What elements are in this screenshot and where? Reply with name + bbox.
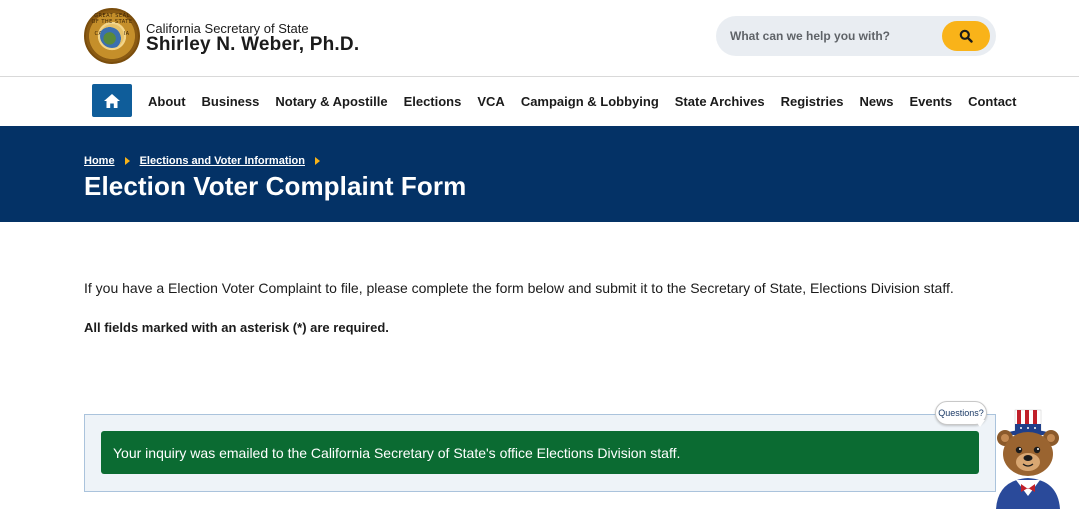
nav-item-news[interactable]: News — [851, 94, 901, 109]
success-message: Your inquiry was emailed to the Californ… — [113, 444, 681, 461]
breadcrumb-separator-icon — [315, 157, 320, 165]
home-button[interactable] — [92, 84, 132, 117]
nav-item-events[interactable]: Events — [901, 94, 960, 109]
breadcrumb-home[interactable]: Home — [84, 155, 115, 167]
home-icon — [104, 93, 120, 108]
page-hero: Home Elections and Voter Information Ele… — [0, 126, 1079, 222]
form-result-panel: Your inquiry was emailed to the Californ… — [84, 414, 996, 492]
nav-item-registries[interactable]: Registries — [773, 94, 852, 109]
state-seal-logo[interactable]: GREAT SEAL OF THE STATE OF CALIFORNIA — [84, 8, 140, 64]
intro-text: If you have a Election Voter Complaint t… — [84, 280, 954, 296]
breadcrumb: Home Elections and Voter Information — [84, 155, 330, 167]
seal-emblem — [100, 24, 124, 48]
nav-menu: About Business Notary & Apostille Electi… — [140, 77, 1024, 126]
nav-item-campaign-lobbying[interactable]: Campaign & Lobbying — [513, 94, 667, 109]
nav-item-state-archives[interactable]: State Archives — [667, 94, 773, 109]
search-input[interactable] — [730, 22, 940, 50]
required-fields-note: All fields marked with an asterisk (*) a… — [84, 320, 389, 335]
breadcrumb-elections[interactable]: Elections and Voter Information — [140, 155, 305, 167]
nav-item-contact[interactable]: Contact — [960, 94, 1024, 109]
nav-item-elections[interactable]: Elections — [396, 94, 470, 109]
nav-item-vca[interactable]: VCA — [469, 94, 512, 109]
breadcrumb-separator-icon — [124, 157, 130, 165]
main-navigation: About Business Notary & Apostille Electi… — [0, 77, 1079, 126]
success-alert: Your inquiry was emailed to the Californ… — [101, 431, 979, 474]
required-prefix: All fields marked with an asterisk ( — [84, 320, 298, 335]
page-title: Election Voter Complaint Form — [84, 171, 467, 201]
site-header: GREAT SEAL OF THE STATE OF CALIFORNIA Ca… — [0, 0, 1079, 77]
required-suffix: ) are required. — [302, 320, 389, 335]
official-name[interactable]: Shirley N. Weber, Ph.D. — [146, 34, 359, 56]
bubble-tail — [975, 420, 985, 427]
nav-item-notary-apostille[interactable]: Notary & Apostille — [267, 94, 395, 109]
search-button[interactable] — [942, 21, 990, 51]
search-bar — [716, 16, 996, 56]
nav-item-about[interactable]: About — [140, 94, 194, 109]
chat-bear-mascot-icon[interactable] — [988, 404, 1068, 509]
search-icon — [959, 29, 973, 43]
nav-item-business[interactable]: Business — [194, 94, 268, 109]
